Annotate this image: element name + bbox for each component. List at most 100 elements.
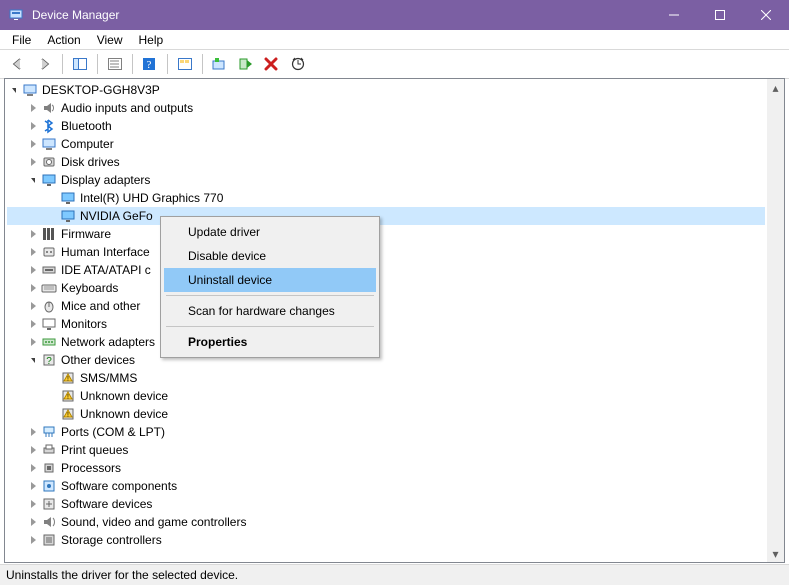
vertical-scrollbar[interactable]: ▴ ▾ [767, 79, 784, 562]
expand-icon[interactable] [26, 533, 40, 547]
expand-icon[interactable] [26, 425, 40, 439]
toolbar-separator [167, 54, 168, 74]
expand-icon[interactable] [26, 443, 40, 457]
tree-node[interactable]: NVIDIA GeFo [7, 207, 765, 225]
expand-icon[interactable] [26, 281, 40, 295]
other-icon: ? [40, 352, 58, 368]
forward-button[interactable] [33, 53, 57, 75]
tree-node[interactable]: Network adapters [7, 333, 765, 351]
tree-node[interactable]: Ports (COM & LPT) [7, 423, 765, 441]
ctx-scan-hardware[interactable]: Scan for hardware changes [164, 299, 376, 323]
close-button[interactable] [743, 0, 789, 30]
swc-icon [40, 478, 58, 494]
expand-icon[interactable] [26, 119, 40, 133]
tree-node-label: Computer [61, 135, 114, 153]
tree-node[interactable]: Disk drives [7, 153, 765, 171]
ctx-disable-device[interactable]: Disable device [164, 244, 376, 268]
expand-icon[interactable] [26, 263, 40, 277]
expand-icon[interactable] [26, 317, 40, 331]
menu-action[interactable]: Action [39, 31, 88, 49]
scroll-up-icon[interactable]: ▴ [767, 79, 784, 96]
expand-icon[interactable] [26, 137, 40, 151]
tree-node[interactable]: Computer [7, 135, 765, 153]
enable-device-toolbar-button[interactable] [234, 53, 258, 75]
disk-icon [40, 154, 58, 170]
titlebar[interactable]: Device Manager [0, 0, 789, 30]
tree-node[interactable]: ?Other devices [7, 351, 765, 369]
menu-file[interactable]: File [4, 31, 39, 49]
expand-icon[interactable] [26, 245, 40, 259]
network-icon [40, 334, 58, 350]
collapse-icon[interactable] [26, 173, 40, 187]
expand-icon[interactable] [26, 497, 40, 511]
tree-node-label: Bluetooth [61, 117, 112, 135]
expand-icon[interactable] [26, 101, 40, 115]
maximize-button[interactable] [697, 0, 743, 30]
expand-icon[interactable] [26, 299, 40, 313]
help-toolbar-button[interactable]: ? [138, 53, 162, 75]
tree-node[interactable]: Intel(R) UHD Graphics 770 [7, 189, 765, 207]
tree-node-label: Print queues [61, 441, 128, 459]
tree-node[interactable]: DESKTOP-GGH8V3P [7, 81, 765, 99]
scan-hardware-toolbar-button[interactable] [286, 53, 310, 75]
tree-node[interactable]: Firmware [7, 225, 765, 243]
tree-node[interactable]: Human Interface [7, 243, 765, 261]
computer-icon [21, 82, 39, 98]
minimize-button[interactable] [651, 0, 697, 30]
tree-node[interactable]: Display adapters [7, 171, 765, 189]
properties-toolbar-button[interactable] [103, 53, 127, 75]
tree-node[interactable]: Mice and other [7, 297, 765, 315]
tree-node-label: Network adapters [61, 333, 155, 351]
update-driver-toolbar-button[interactable] [208, 53, 232, 75]
ports-icon [40, 424, 58, 440]
collapse-icon[interactable] [7, 83, 21, 97]
ctx-update-driver[interactable]: Update driver [164, 220, 376, 244]
tree-node[interactable]: !Unknown device [7, 405, 765, 423]
show-hide-tree-button[interactable] [68, 53, 92, 75]
tree-node[interactable]: Software components [7, 477, 765, 495]
window-title: Device Manager [32, 8, 119, 22]
expand-icon[interactable] [26, 227, 40, 241]
expand-icon[interactable] [26, 479, 40, 493]
tree-node[interactable]: Processors [7, 459, 765, 477]
context-menu[interactable]: Update driverDisable deviceUninstall dev… [160, 216, 380, 358]
expand-icon[interactable] [26, 461, 40, 475]
menu-help[interactable]: Help [131, 31, 172, 49]
hid-icon [40, 244, 58, 260]
display-icon [59, 190, 77, 206]
tree-node[interactable]: Audio inputs and outputs [7, 99, 765, 117]
other-warn-icon: ! [59, 406, 77, 422]
toolbar-separator [132, 54, 133, 74]
tree-node[interactable]: Bluetooth [7, 117, 765, 135]
options-toolbar-button[interactable] [173, 53, 197, 75]
tree-node-label: Sound, video and game controllers [61, 513, 246, 531]
tree-node-label: Keyboards [61, 279, 118, 297]
tree-node-label: SMS/MMS [80, 369, 137, 387]
menu-view[interactable]: View [89, 31, 131, 49]
ctx-uninstall-device[interactable]: Uninstall device [164, 268, 376, 292]
expand-icon[interactable] [26, 335, 40, 349]
tree-node-label: Processors [61, 459, 121, 477]
tree-node[interactable]: Keyboards [7, 279, 765, 297]
tree-node[interactable]: Software devices [7, 495, 765, 513]
tree-node[interactable]: Monitors [7, 315, 765, 333]
expand-icon[interactable] [26, 155, 40, 169]
scroll-down-icon[interactable]: ▾ [767, 545, 784, 562]
tree-node[interactable]: Storage controllers [7, 531, 765, 549]
tree-node[interactable]: Print queues [7, 441, 765, 459]
back-button[interactable] [7, 53, 31, 75]
swd-icon [40, 496, 58, 512]
tree-node-label: Monitors [61, 315, 107, 333]
client-area: DESKTOP-GGH8V3PAudio inputs and outputsB… [4, 78, 785, 563]
tree-node[interactable]: !Unknown device [7, 387, 765, 405]
collapse-icon[interactable] [26, 353, 40, 367]
print-icon [40, 442, 58, 458]
expand-icon[interactable] [26, 515, 40, 529]
device-tree[interactable]: DESKTOP-GGH8V3PAudio inputs and outputsB… [7, 81, 765, 560]
ctx-properties[interactable]: Properties [164, 330, 376, 354]
tree-node[interactable]: IDE ATA/ATAPI c [7, 261, 765, 279]
tree-node[interactable]: !SMS/MMS [7, 369, 765, 387]
tree-node[interactable]: Sound, video and game controllers [7, 513, 765, 531]
uninstall-device-toolbar-button[interactable] [260, 53, 284, 75]
other-warn-icon: ! [59, 370, 77, 386]
